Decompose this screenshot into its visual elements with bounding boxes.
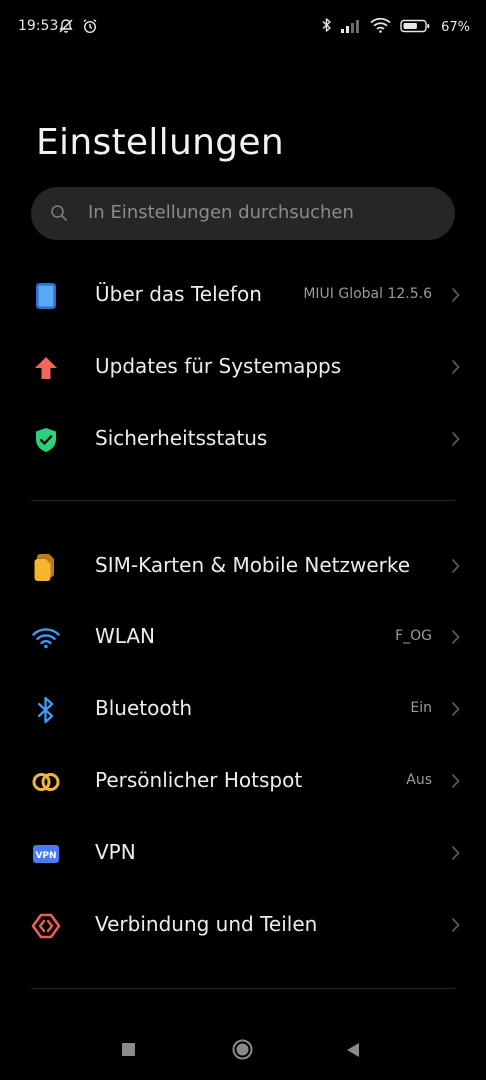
settings-item-label: WLAN (95, 624, 156, 648)
status-time: 19:53 (18, 18, 59, 34)
chevron-right-icon (451, 845, 460, 865)
phone-icon (31, 281, 61, 311)
settings-item-label: Sicherheitsstatus (95, 426, 268, 450)
settings-item-security-status[interactable]: Sicherheitsstatus (0, 409, 486, 469)
search-placeholder: In Einstellungen durchsuchen (88, 202, 354, 223)
settings-item-hotspot[interactable]: Persönlicher Hotspot Aus (0, 751, 486, 811)
status-left-icons (58, 18, 98, 38)
chevron-right-icon (451, 359, 460, 379)
status-right-icons: 67% (322, 17, 470, 37)
chevron-right-icon (451, 558, 460, 578)
hotspot-icon (31, 767, 61, 797)
battery-icon (400, 18, 430, 37)
bluetooth-icon (322, 17, 332, 37)
settings-item-wlan[interactable]: WLAN F_OG (0, 607, 486, 667)
settings-item-bluetooth[interactable]: Bluetooth Ein (0, 679, 486, 739)
arrow-up-icon (31, 353, 61, 383)
settings-item-system-app-updates[interactable]: Updates für Systemapps (0, 337, 486, 397)
chevron-right-icon (451, 701, 460, 721)
search-icon (50, 204, 68, 226)
page-title: Einstellungen (36, 122, 284, 163)
vpn-icon: VPN (31, 839, 61, 869)
bluetooth-icon (31, 695, 61, 725)
settings-item-label: VPN (95, 840, 136, 864)
settings-item-connection-sharing[interactable]: Verbindung und Teilen (0, 895, 486, 955)
shield-check-icon (31, 425, 61, 455)
settings-item-value: F_OG (395, 628, 432, 644)
chevron-right-icon (451, 629, 460, 649)
search-input[interactable]: In Einstellungen durchsuchen (31, 187, 455, 240)
muted-notification-icon (58, 18, 74, 38)
wifi-icon (31, 623, 61, 653)
chevron-right-icon (451, 287, 460, 307)
vpn-badge-text: VPN (35, 851, 56, 861)
chevron-right-icon (451, 773, 460, 793)
sim-card-icon (31, 552, 61, 582)
share-icon (31, 911, 61, 941)
recents-button[interactable] (122, 1043, 135, 1056)
section-divider (31, 500, 455, 501)
settings-item-label: Updates für Systemapps (95, 354, 342, 378)
settings-item-label: SIM-Karten & Mobile Netzwerke (95, 553, 411, 577)
navigation-bar (0, 1020, 486, 1080)
settings-item-value: Aus (406, 772, 432, 788)
battery-percent: 67% (441, 19, 470, 35)
signal-icon (341, 18, 361, 37)
home-button[interactable] (232, 1039, 253, 1060)
settings-screen: 19:53 67% Einstellungen In Einstellungen… (0, 0, 486, 1080)
settings-item-label: Bluetooth (95, 696, 193, 720)
settings-item-label: Über das Telefon (95, 282, 262, 306)
settings-item-sim-networks[interactable]: SIM-Karten & Mobile Netzwerke (0, 536, 486, 596)
settings-item-label: Persönlicher Hotspot (95, 768, 303, 792)
settings-item-about-phone[interactable]: Über das Telefon MIUI Global 12.5.6 (0, 265, 486, 325)
status-bar: 19:53 67% (0, 0, 486, 56)
wifi-icon (370, 17, 391, 37)
settings-item-label: Verbindung und Teilen (95, 912, 318, 936)
section-divider (31, 988, 455, 989)
back-button[interactable] (346, 1042, 360, 1062)
chevron-right-icon (451, 431, 460, 451)
settings-item-vpn[interactable]: VPN VPN (0, 823, 486, 883)
chevron-right-icon (451, 917, 460, 937)
settings-item-value: Ein (410, 700, 432, 716)
alarm-icon (82, 18, 98, 38)
settings-item-value: MIUI Global 12.5.6 (303, 286, 432, 302)
